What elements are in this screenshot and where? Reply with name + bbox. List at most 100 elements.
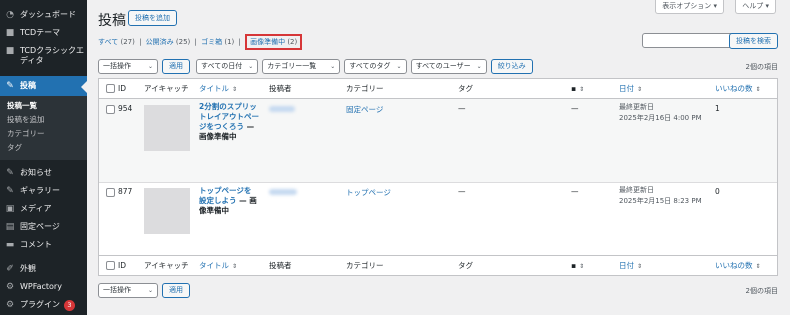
filter-all[interactable]: すべて	[98, 38, 118, 46]
row-checkbox[interactable]	[106, 188, 115, 197]
sort-icon: ⇕	[579, 86, 585, 93]
user-filter-select[interactable]: すべてのユーザー ⌄	[410, 58, 487, 74]
submenu-add-post[interactable]: 投稿を追加	[0, 113, 87, 127]
filter-pending-images[interactable]: 画像準備中 (2)	[245, 34, 303, 50]
filter-published[interactable]: 公開済み	[146, 38, 174, 46]
chevron-down-icon: ⌄	[396, 62, 402, 70]
dashboard-icon: ◔	[6, 10, 14, 20]
help-button[interactable]: ヘルプ ▾	[735, 0, 776, 14]
menu-label: 外観	[20, 264, 36, 273]
col-category: カテゴリー	[346, 84, 384, 93]
filter-button[interactable]: 絞り込み	[490, 58, 533, 74]
menu-label: コメント	[20, 240, 52, 249]
menu-wpfactory[interactable]: ⚙ WPFactory	[0, 278, 87, 296]
add-new-post-button[interactable]: 投稿を追加	[128, 10, 177, 26]
col-likes[interactable]: いいねの数 ⇕	[715, 83, 761, 94]
col-category: カテゴリー	[346, 261, 384, 270]
col-date[interactable]: 日付 ⇕	[619, 83, 642, 94]
apply-button[interactable]: 適用	[162, 282, 190, 298]
menu-tcd-classic-editor[interactable]: ■ TCDクラシックエディタ	[0, 42, 87, 70]
menu-label: ダッシュボード	[20, 10, 76, 19]
col-title[interactable]: タイトル ⇕	[199, 83, 237, 94]
col-likes[interactable]: いいねの数 ⇕	[715, 260, 761, 271]
menu-media[interactable]: ▣ メディア	[0, 200, 87, 218]
pin-icon: ✎	[6, 81, 14, 91]
post-tags: —	[458, 104, 466, 113]
menu-dashboard[interactable]: ◔ ダッシュボード	[0, 6, 87, 24]
col-id: ID	[118, 261, 126, 270]
menu-pages[interactable]: ▤ 固定ページ	[0, 218, 87, 236]
date-filter-select[interactable]: すべての日付 ⌄	[196, 58, 259, 74]
main-content: 投稿 投稿を追加 表示オプション ▾ ヘルプ ▾ すべて (27) | 公開済み…	[87, 0, 790, 315]
apply-button[interactable]: 適用	[162, 58, 190, 74]
page-title: 投稿	[98, 13, 126, 29]
sort-icon: ⇕	[755, 86, 761, 93]
post-id: 877	[118, 187, 133, 196]
select-all-checkbox[interactable]	[106, 261, 115, 270]
col-date[interactable]: 日付 ⇕	[619, 260, 642, 271]
menu-comments[interactable]: ▬ コメント	[0, 236, 87, 254]
search-posts-button[interactable]: 投稿を検索	[729, 33, 778, 49]
tablenav-top: 一括操作 ⌄ 適用 すべての日付 ⌄ カテゴリー一覧 ⌄ すべてのタグ ⌄ すべてのユー…	[98, 58, 533, 74]
media-icon: ▣	[5, 204, 15, 214]
submenu-all-posts[interactable]: 投稿一覧	[0, 99, 87, 113]
menu-tcd-theme[interactable]: ■ TCDテーマ	[0, 24, 87, 42]
col-author: 投稿者	[269, 261, 292, 270]
menu-appearance[interactable]: ✐ 外観	[0, 260, 87, 278]
comment-icon: ▪	[571, 261, 577, 270]
select-all-checkbox[interactable]	[106, 84, 115, 93]
post-thumbnail	[144, 105, 190, 151]
category-filter-select[interactable]: カテゴリー一覧 ⌄	[262, 58, 341, 74]
post-title[interactable]: トップページを設定しよう — 画像準備中	[199, 186, 257, 216]
table-row: 877 トップページを設定しよう — 画像準備中 トップページ — — 最終更新…	[99, 183, 777, 255]
sort-icon: ⇕	[637, 263, 643, 270]
chevron-down-icon: ⌄	[147, 62, 153, 70]
items-count: 2個の項目	[745, 63, 778, 71]
author-name-redacted	[269, 106, 295, 112]
bulk-actions-select[interactable]: 一括操作 ⌄	[98, 58, 158, 74]
menu-plugins[interactable]: ⚙ プラグイン 3	[0, 296, 87, 315]
sort-icon: ⇕	[232, 263, 238, 270]
post-date: 最終更新日 2025年2月16日 4:00 PM	[619, 103, 702, 122]
filter-trash[interactable]: ゴミ箱	[201, 38, 222, 46]
col-comments[interactable]: ▪ ⇕	[571, 84, 584, 93]
submenu-tags[interactable]: タグ	[0, 141, 87, 155]
plugin-icon: ⚙	[5, 300, 15, 310]
post-title[interactable]: 2分割のスプリットレイアウトページをつくろう — 画像準備中	[199, 102, 259, 142]
menu-gallery[interactable]: ✎ ギャラリー	[0, 182, 87, 200]
post-category[interactable]: トップページ	[346, 187, 391, 198]
search-input[interactable]	[642, 33, 734, 48]
post-comments: —	[571, 187, 579, 196]
update-count-badge: 3	[64, 300, 75, 311]
col-author: 投稿者	[269, 84, 292, 93]
posts-table: ID アイキャッチ タイトル ⇕ 投稿者 カテゴリー タグ ▪ ⇕ 日付 ⇕ いいねの…	[98, 78, 778, 276]
post-category[interactable]: 固定ページ	[346, 104, 383, 115]
screen-options-button[interactable]: 表示オプション ▾	[655, 0, 724, 14]
menu-label: WPFactory	[20, 282, 62, 291]
table-row: 954 2分割のスプリットレイアウトページをつくろう — 画像準備中 固定ページ…	[99, 99, 777, 183]
col-comments[interactable]: ▪ ⇕	[571, 261, 584, 270]
sort-icon: ⇕	[637, 86, 643, 93]
col-id: ID	[118, 84, 126, 93]
menu-label: プラグイン	[20, 300, 60, 309]
page-icon: ▤	[5, 222, 15, 232]
row-checkbox[interactable]	[106, 105, 115, 114]
menu-news[interactable]: ✎ お知らせ	[0, 164, 87, 182]
tablenav-bottom: 一括操作 ⌄ 適用	[98, 282, 190, 298]
menu-posts[interactable]: ✎ 投稿	[0, 76, 87, 96]
tcd-icon: ■	[5, 28, 15, 38]
pin-icon: ✎	[6, 168, 14, 178]
tag-filter-select[interactable]: すべてのタグ ⌄	[344, 58, 407, 74]
chevron-down-icon: ⌄	[248, 62, 254, 70]
chevron-down-icon: ⌄	[330, 62, 336, 70]
col-title[interactable]: タイトル ⇕	[199, 260, 237, 271]
submenu-categories[interactable]: カテゴリー	[0, 127, 87, 141]
menu-label: 固定ページ	[20, 222, 60, 231]
brush-icon: ✐	[6, 264, 14, 274]
menu-label: ギャラリー	[20, 186, 60, 195]
col-tags: タグ	[458, 261, 473, 270]
comment-icon: ▬	[5, 240, 15, 250]
tcd-icon: ■	[5, 46, 15, 56]
col-thumbnail: アイキャッチ	[144, 84, 189, 93]
bulk-actions-select[interactable]: 一括操作 ⌄	[98, 282, 158, 298]
